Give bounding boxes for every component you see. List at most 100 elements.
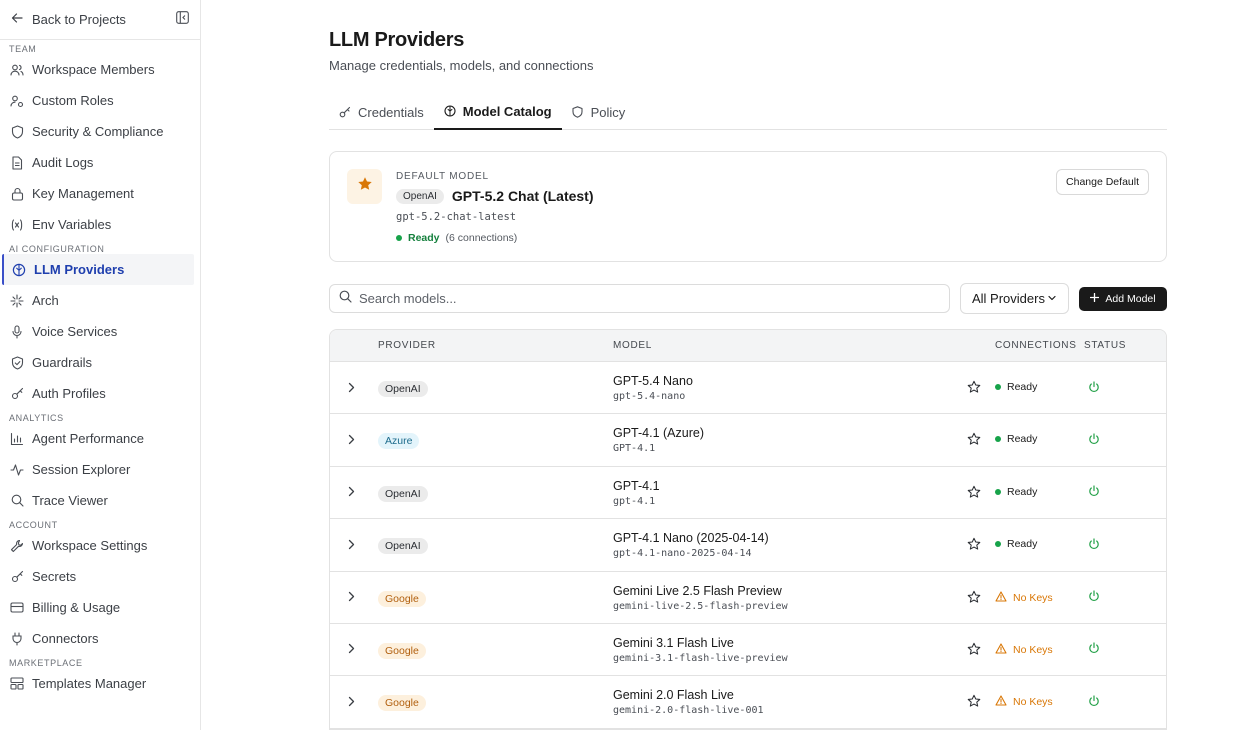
power-toggle-icon[interactable] [1087,380,1100,393]
star-outline-icon[interactable] [967,432,981,446]
connection-status: No Keys [995,695,1053,709]
plug-icon [10,631,24,646]
sidebar-item-key-management[interactable]: Key Management [0,178,200,209]
table-row[interactable]: OpenAI GPT-4.1 gpt-4.1 Ready [330,466,1166,520]
star-outline-icon[interactable] [967,694,981,708]
power-toggle-icon[interactable] [1087,694,1100,707]
star-outline-icon[interactable] [967,537,981,551]
warning-triangle-icon [995,591,1007,605]
sidebar-item-trace-viewer[interactable]: Trace Viewer [0,485,200,516]
change-default-button[interactable]: Change Default [1056,169,1149,195]
sidebar-item-guardrails[interactable]: Guardrails [0,347,200,378]
chevron-right-icon[interactable] [346,486,356,498]
model-id: gemini-2.0-flash-live-001 [613,705,764,717]
chevron-right-icon[interactable] [346,643,356,655]
model-name: GPT-4.1 (Azure) [613,426,704,441]
tab-model-catalog[interactable]: Model Catalog [433,94,562,130]
search-icon [10,494,24,508]
sidebar-item-voice-services[interactable]: Voice Services [0,316,200,347]
star-outline-icon[interactable] [967,485,981,499]
star-outline-icon[interactable] [967,590,981,604]
brain-icon [444,105,456,117]
default-model-id: gpt-5.2-chat-latest [396,211,517,223]
default-model-name: GPT-5.2 Chat (Latest) [451,188,594,204]
sidebar-item-label: Trace Viewer [32,493,108,508]
model-id: GPT-4.1 [613,443,656,455]
table-row[interactable]: Google Gemini 2.0 Flash Live gemini-2.0-… [330,676,1166,729]
sidebar-item-security-compliance[interactable]: Security & Compliance [0,116,200,147]
chevron-right-icon[interactable] [346,433,356,445]
star-outline-icon[interactable] [967,380,981,394]
column-status: STATUS [1084,340,1127,351]
column-model: MODEL [613,340,653,351]
sidebar-item-arch[interactable]: Arch [0,285,200,316]
status-text: No Keys [1013,591,1053,604]
power-toggle-icon[interactable] [1087,642,1100,655]
sidebar-item-label: Templates Manager [32,676,147,691]
table-row[interactable]: OpenAI GPT-4.1 Nano (2025-04-14) gpt-4.1… [330,519,1166,572]
connection-status: No Keys [995,591,1053,605]
tab-credentials[interactable]: Credentials [329,94,434,130]
collapse-sidebar-button[interactable] [175,10,189,29]
sidebar-item-billing-usage[interactable]: Billing & Usage [0,592,200,623]
provider-filter-select[interactable]: All Providers [960,283,1069,314]
chevron-down-icon [1047,291,1057,306]
connections-count: (6 connections) [445,232,518,244]
sidebar-item-label: Env Variables [32,217,112,232]
table-body: OpenAI GPT-5.4 Nano gpt-5.4-nano Ready A… [330,362,1166,729]
user-roles-icon [10,94,24,108]
sidebar-item-audit-logs[interactable]: Audit Logs [0,147,200,178]
chevron-right-icon[interactable] [346,381,356,393]
sidebar-item-env-variables[interactable]: Env Variables [0,209,200,240]
sidebar-section-heading: AI CONFIGURATION [9,244,105,254]
shield-icon [10,124,24,139]
sidebar-item-auth-profiles[interactable]: Auth Profiles [0,378,200,409]
back-to-projects-link[interactable]: Back to Projects [11,12,126,27]
sidebar-item-secrets[interactable]: Secrets [0,561,200,592]
key-icon [10,387,24,401]
power-toggle-icon[interactable] [1087,537,1100,550]
search-input[interactable] [359,291,919,306]
power-toggle-icon[interactable] [1087,432,1100,445]
microphone-icon [10,324,24,339]
chevron-right-icon[interactable] [346,591,356,603]
sidebar-item-label: Billing & Usage [32,600,121,615]
table-row[interactable]: Google Gemini Live 2.5 Flash Preview gem… [330,571,1166,624]
sidebar-item-llm-providers[interactable]: LLM Providers [2,254,194,285]
add-model-button[interactable]: Add Model [1079,287,1167,311]
status-dot [396,235,402,241]
power-toggle-icon[interactable] [1087,590,1100,603]
table-row[interactable]: Azure GPT-4.1 (Azure) GPT-4.1 Ready [330,414,1166,467]
default-model-card: DEFAULT MODEL OpenAI GPT-5.2 Chat (Lates… [329,151,1167,262]
status-text: Ready [1007,538,1038,551]
status-dot [995,384,1001,390]
default-model-status: Ready (6 connections) [396,232,517,244]
panel-collapse-icon [175,10,189,29]
tab-label: Policy [590,104,626,120]
model-id: gemini-3.1-flash-live-preview [613,652,788,664]
warning-triangle-icon [995,643,1007,657]
provider-badge: Google [378,695,426,712]
power-toggle-icon[interactable] [1087,485,1100,498]
sidebar-item-custom-roles[interactable]: Custom Roles [0,85,200,116]
sidebar-item-label: Secrets [32,569,77,584]
sidebar-item-templates-manager[interactable]: Templates Manager [0,668,200,699]
key-icon [339,106,351,118]
sidebar-section-heading: TEAM [9,44,37,54]
sidebar-item-session-explorer[interactable]: Session Explorer [0,454,200,485]
wrench-icon [10,539,24,553]
table-row[interactable]: Google Gemini 3.1 Flash Live gemini-3.1-… [330,623,1166,677]
status-text: Ready [1007,485,1038,498]
star-outline-icon[interactable] [967,642,981,656]
chevron-right-icon[interactable] [346,538,356,550]
sidebar-item-label: Workspace Settings [32,538,148,553]
tab-policy[interactable]: Policy [562,94,636,130]
sidebar-item-workspace-members[interactable]: Workspace Members [0,54,200,85]
table-row[interactable]: OpenAI GPT-5.4 Nano gpt-5.4-nano Ready [330,362,1166,415]
sidebar-item-agent-performance[interactable]: Agent Performance [0,423,200,454]
sidebar-item-connectors[interactable]: Connectors [0,623,200,654]
sidebar-item-workspace-settings[interactable]: Workspace Settings [0,530,200,561]
sidebar-nav: TEAM Workspace Members Custom Roles Securit… [0,40,200,699]
page-subtitle: Manage credentials, models, and connecti… [329,58,594,73]
chevron-right-icon[interactable] [346,695,356,707]
